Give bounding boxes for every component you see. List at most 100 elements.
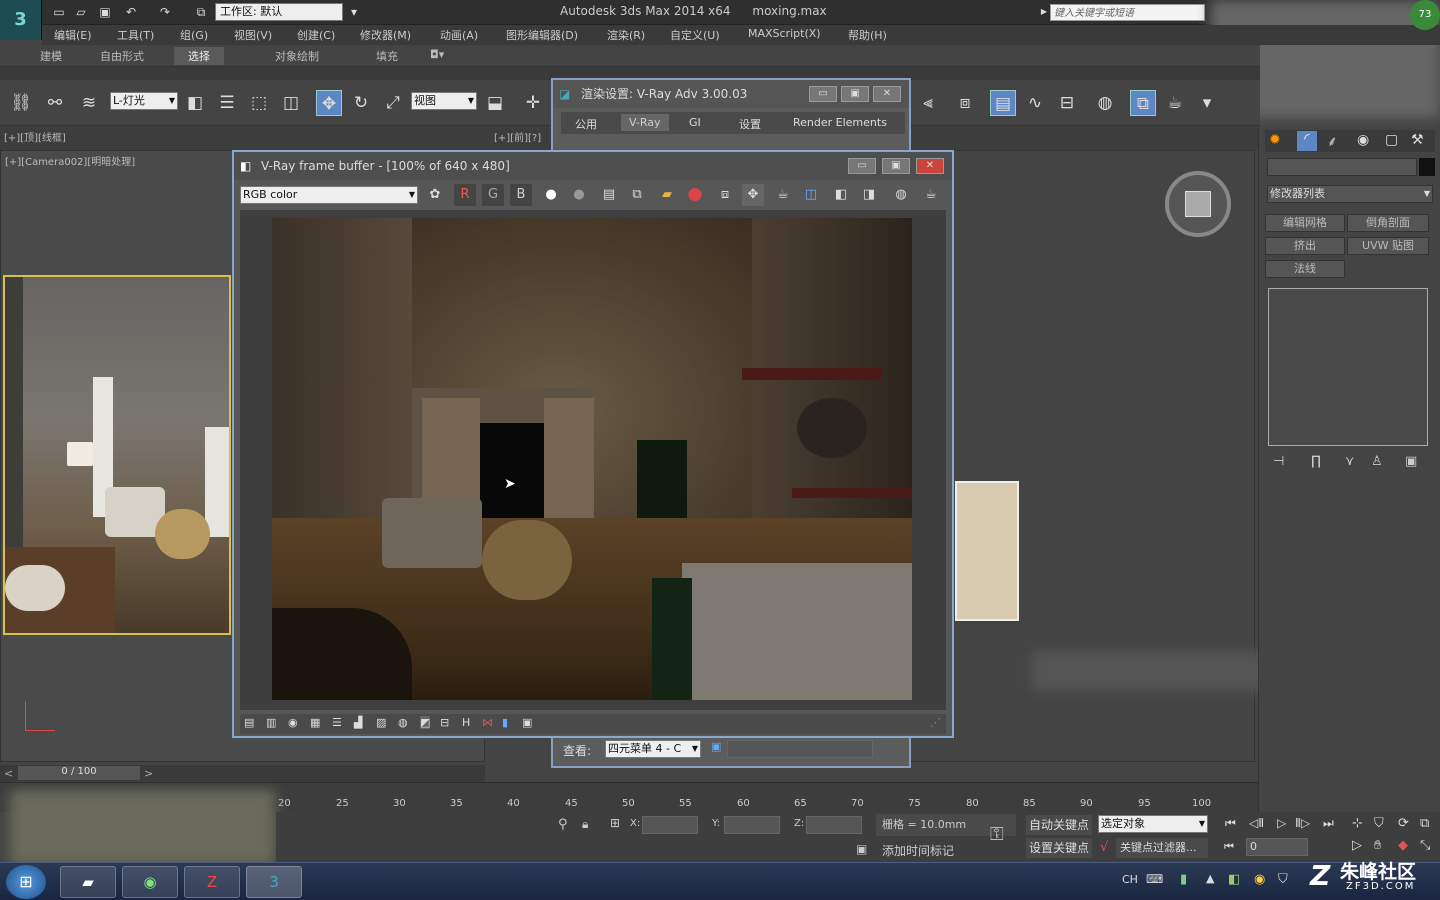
orbit-icon[interactable]: ⟳	[1398, 816, 1409, 831]
show-corrections-icon[interactable]: ▤	[244, 716, 254, 729]
rotate-icon[interactable]: ↻	[348, 90, 374, 116]
resize-grip-icon[interactable]: ⋰	[930, 716, 941, 729]
lock-view-icon[interactable]: ▣	[711, 740, 721, 753]
open-file-icon[interactable]: ▱	[72, 3, 90, 21]
schematic-view-icon[interactable]: ⊟	[1054, 90, 1080, 116]
window-crossing-icon[interactable]: ◫	[278, 90, 304, 116]
manipulate-icon[interactable]: ✛	[520, 90, 546, 116]
exposure-icon[interactable]: ◉	[288, 716, 298, 729]
scene-explorer-icon[interactable]: ▤	[990, 90, 1016, 116]
hue-icon[interactable]: ▟	[354, 716, 362, 729]
close-button[interactable]: ✕	[916, 158, 944, 174]
menu-maxscript[interactable]: MAXScript(X)	[748, 27, 821, 40]
ref-coord-dropdown[interactable]: 视图	[411, 92, 477, 110]
test-resolution-icon[interactable]: ▮	[502, 716, 508, 729]
load-image-icon[interactable]: ▰	[656, 184, 678, 206]
3dsmax-taskbar-icon[interactable]: 3	[246, 866, 302, 898]
tab-settings[interactable]: 设置	[739, 116, 761, 132]
red-channel-button[interactable]: R	[454, 184, 476, 206]
stop-render-icon[interactable]: ◍	[890, 184, 912, 206]
clear-image-icon[interactable]: ⬤	[684, 184, 706, 206]
front-viewport-label[interactable]: [+][前][?]	[494, 129, 541, 144]
menu-group[interactable]: 组(G)	[180, 27, 208, 43]
viewcube-icon[interactable]	[1165, 171, 1231, 237]
object-color-swatch[interactable]	[1419, 158, 1435, 176]
ribbon-tab-selection[interactable]: 选择	[174, 47, 224, 65]
create-tab-icon[interactable]: ✹	[1269, 132, 1281, 148]
edit-mesh-button[interactable]: 编辑网格	[1265, 214, 1345, 232]
menu-edit[interactable]: 编辑(E)	[54, 27, 92, 43]
levels-icon[interactable]: ▥	[266, 716, 276, 729]
maximize-button[interactable]: ▣	[841, 86, 869, 102]
rect-selection-icon[interactable]: ⬚	[246, 90, 272, 116]
show-end-result-icon[interactable]: ∏	[1311, 454, 1321, 469]
key-mode-icon[interactable]: ⏮	[1224, 840, 1234, 854]
stamp-icon[interactable]: ▣	[522, 716, 532, 729]
selected-object-dropdown[interactable]: 选定对象	[1098, 815, 1208, 833]
region-render-icon[interactable]: ☕	[772, 184, 794, 206]
x-coordinate-input[interactable]	[642, 816, 698, 834]
auto-key-button[interactable]: 自动关键点	[1026, 815, 1092, 835]
normal-button[interactable]: 法线	[1265, 260, 1345, 278]
menu-animation[interactable]: 动画(A)	[440, 27, 478, 43]
tray-app-icon[interactable]: ◧	[1228, 872, 1240, 887]
selection-lock-icon[interactable]: 🔒︎	[582, 817, 588, 832]
curve-icon[interactable]: ▦	[310, 716, 320, 729]
curve-editor-icon[interactable]: ∿	[1022, 90, 1048, 116]
maximize-viewport-icon[interactable]: ⧉	[1420, 816, 1429, 831]
unlink-icon[interactable]: ⚯	[42, 90, 68, 116]
duplicate-to-vfb-icon[interactable]: ⧈	[714, 184, 736, 206]
bevel-profile-button[interactable]: 倒角剖面	[1347, 214, 1429, 232]
extrude-button[interactable]: 挤出	[1265, 237, 1345, 255]
save-image-icon[interactable]: ▤	[598, 184, 620, 206]
battery-icon[interactable]: ▮	[1180, 872, 1187, 887]
input-language-indicator[interactable]: CH	[1122, 873, 1138, 886]
ribbon-tab-modeling[interactable]: 建模	[40, 48, 62, 64]
icc-icon[interactable]: ◍	[398, 716, 408, 729]
new-file-icon[interactable]: ▭	[50, 3, 68, 21]
alpha-white-icon[interactable]: ●	[540, 184, 562, 206]
save-all-icon[interactable]: ⧉	[626, 184, 648, 206]
workspace-dropdown[interactable]: 工作区: 默认	[215, 3, 343, 21]
time-tag-icon[interactable]: ▣	[856, 842, 867, 856]
pixel-aspect-icon[interactable]: ⋈	[482, 716, 493, 729]
make-unique-icon[interactable]: ⋎	[1345, 454, 1355, 469]
browser-icon[interactable]: ◉	[122, 866, 178, 898]
previous-frame-icon[interactable]: ◁Ⅱ	[1249, 816, 1264, 830]
menu-customize[interactable]: 自定义(U)	[670, 27, 720, 43]
ribbon-options-icon[interactable]: ◘▾	[430, 48, 444, 61]
channel-dropdown[interactable]: RGB color	[240, 186, 418, 204]
key-filters-button[interactable]: 关键点过滤器...	[1116, 838, 1208, 858]
toggle-maximize-icon[interactable]: ⤡	[1420, 838, 1430, 853]
menu-rendering[interactable]: 渲染(R)	[607, 27, 645, 43]
named-selection-dropdown[interactable]: L-灯光	[110, 92, 178, 110]
tab-common[interactable]: 公用	[575, 116, 597, 132]
ribbon-tab-object-paint[interactable]: 对象绘制	[275, 48, 319, 64]
track-mouse-icon[interactable]: ✥	[742, 184, 764, 206]
menu-graph-editors[interactable]: 图形编辑器(D)	[506, 27, 578, 43]
keyboard-icon[interactable]: ⌨	[1146, 872, 1163, 886]
select-by-name-icon[interactable]: ☰	[214, 90, 240, 116]
green-channel-button[interactable]: G	[482, 184, 504, 206]
perspective-viewport[interactable]	[910, 150, 1281, 762]
render-setup-icon[interactable]: ⧉	[1130, 90, 1156, 116]
go-to-start-icon[interactable]: ⏮	[1225, 816, 1236, 831]
material-editor-icon[interactable]: ◍	[1092, 90, 1118, 116]
tab-gi[interactable]: GI	[689, 116, 701, 129]
move-icon[interactable]: ✥	[316, 90, 342, 116]
zbrush-icon[interactable]: Z	[184, 866, 240, 898]
ribbon-tab-freeform[interactable]: 自由形式	[100, 48, 144, 64]
undo-icon[interactable]: ↶	[122, 3, 140, 21]
add-time-tag[interactable]: 添加时间标记	[882, 842, 954, 859]
y-coordinate-input[interactable]	[724, 816, 780, 834]
rendered-image[interactable]: ➤	[272, 218, 912, 700]
uvw-map-button[interactable]: UVW 贴图	[1347, 237, 1429, 255]
blue-channel-button[interactable]: B	[510, 184, 532, 206]
hierarchy-tab-icon[interactable]: ⸙	[1327, 132, 1338, 151]
project-folder-icon[interactable]: ⧉	[192, 3, 210, 21]
file-explorer-icon[interactable]: ▰	[60, 866, 116, 898]
frame-counter[interactable]: 0 / 100	[18, 766, 140, 780]
ocio-icon[interactable]: ⊟	[440, 716, 449, 729]
current-frame-input[interactable]: 0	[1246, 838, 1308, 856]
top-viewport-label[interactable]: [+][顶][线框]	[4, 129, 66, 144]
